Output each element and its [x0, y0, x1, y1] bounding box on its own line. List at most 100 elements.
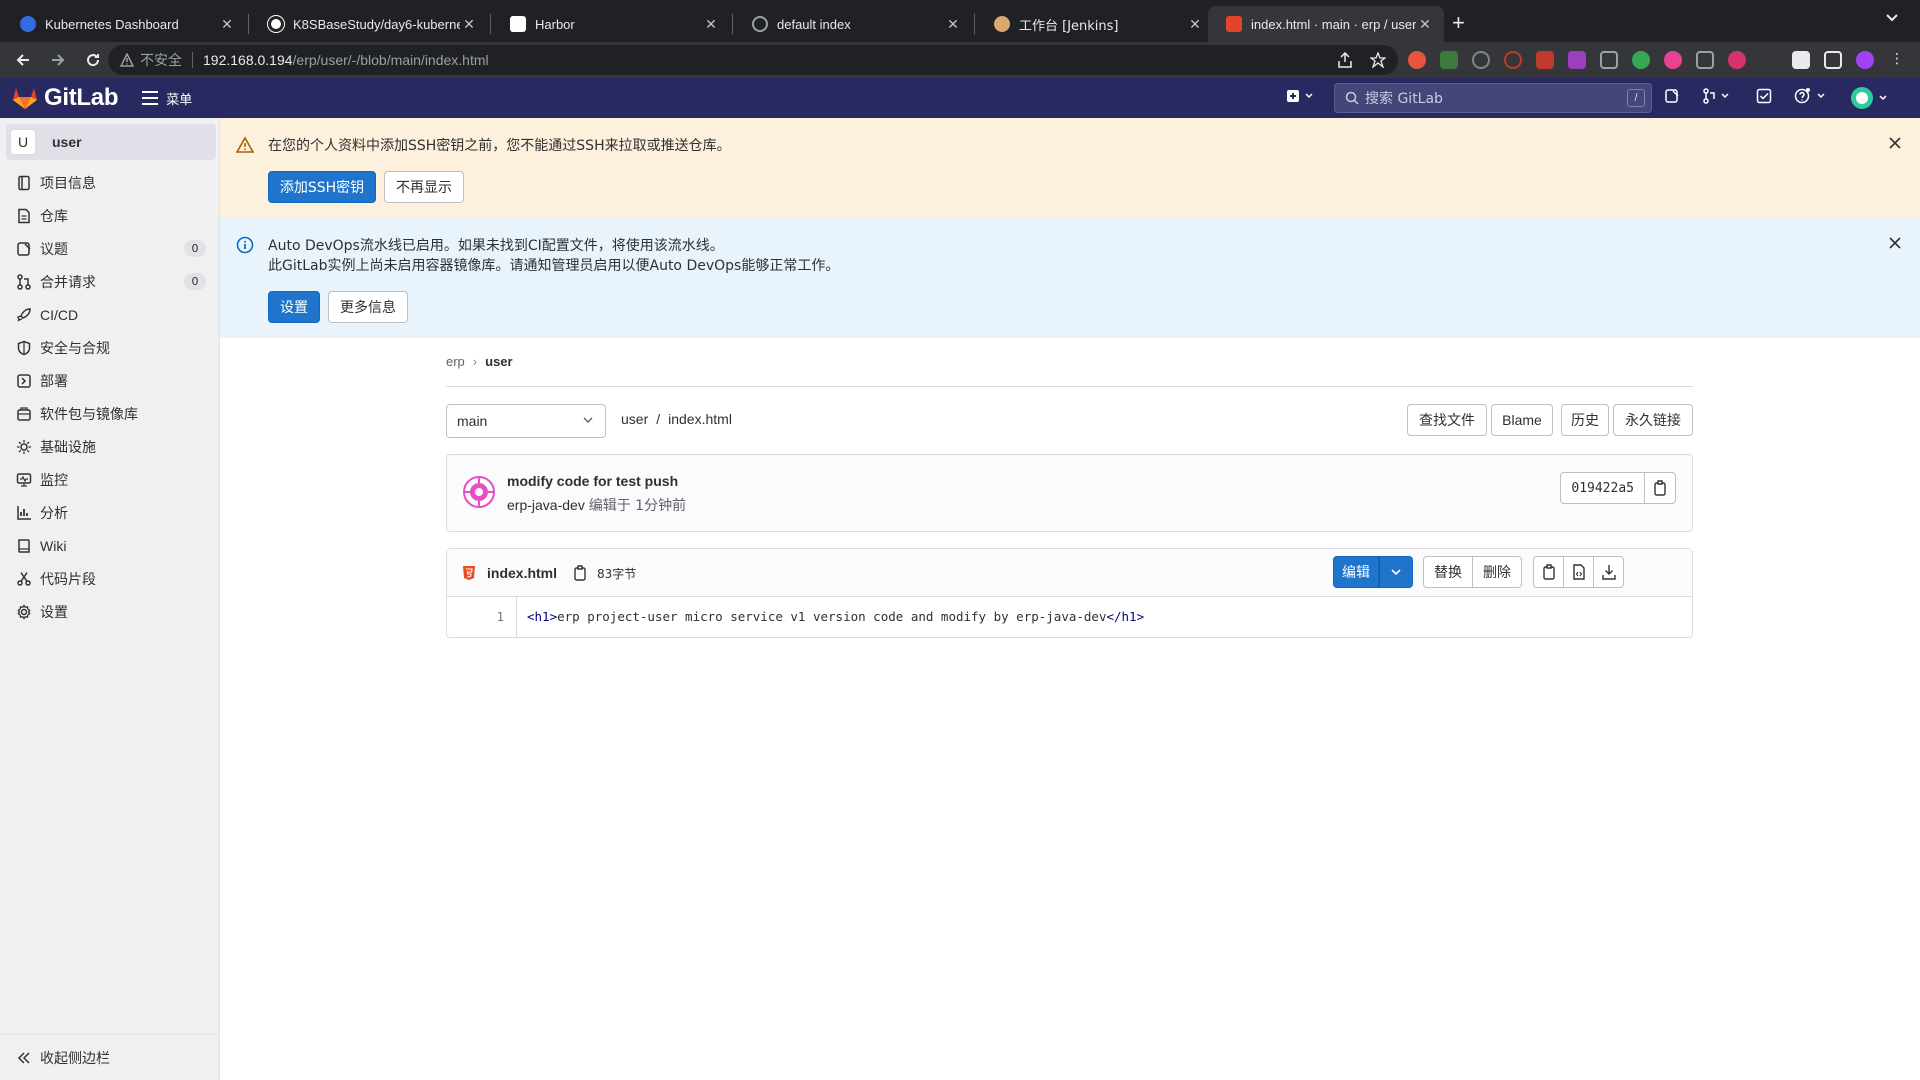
extension-icon[interactable] — [1664, 51, 1682, 69]
extension-icon[interactable] — [1536, 51, 1554, 69]
browser-tab[interactable]: default index ✕ — [734, 6, 972, 42]
url-bar[interactable]: 不安全 192.168.0.194/erp/user/-/blob/main/i… — [108, 45, 1398, 75]
open-raw-button[interactable] — [1563, 556, 1594, 588]
copy-contents-button[interactable] — [1533, 556, 1564, 588]
extension-icon[interactable] — [1408, 51, 1426, 69]
dont-show-again-button[interactable]: 不再显示 — [384, 171, 464, 203]
breadcrumb-link-erp[interactable]: erp — [446, 354, 465, 369]
search-input[interactable]: 搜索 GitLab / — [1334, 83, 1652, 113]
blame-button[interactable]: Blame — [1491, 404, 1553, 436]
close-icon[interactable] — [1888, 136, 1902, 150]
line-number[interactable]: 1 — [447, 597, 517, 637]
back-icon[interactable] — [11, 48, 35, 72]
sidebar-item-project-info[interactable]: 项目信息 — [0, 166, 220, 199]
chevron-down-icon[interactable] — [1886, 14, 1898, 22]
avatar[interactable] — [1856, 51, 1874, 69]
rocket-icon — [17, 307, 31, 321]
browser-tab[interactable]: Harbor ✕ — [492, 6, 730, 42]
edit-dropdown-button[interactable] — [1379, 556, 1413, 588]
puzzle-icon[interactable] — [1792, 51, 1810, 69]
extension-icon[interactable] — [1632, 51, 1650, 69]
history-button[interactable]: 历史 — [1561, 404, 1609, 436]
settings-button[interactable]: 设置 — [268, 291, 320, 323]
close-icon[interactable]: ✕ — [702, 16, 720, 33]
commit-author[interactable]: erp-java-dev — [507, 497, 585, 513]
extension-icon[interactable] — [1472, 51, 1490, 69]
branch-selector[interactable]: main — [446, 404, 606, 438]
new-tab-button[interactable]: + — [1452, 12, 1465, 34]
sidebar-item-infrastructure[interactable]: 基础设施 — [0, 430, 220, 463]
sidebar-item-merge-requests[interactable]: 合并请求 0 — [0, 265, 220, 298]
copy-icon[interactable] — [573, 565, 587, 581]
commit-title[interactable]: modify code for test push — [507, 473, 678, 489]
warning-icon[interactable] — [120, 53, 134, 67]
alert-line: 此GitLab实例上尚未启用容器镜像库。请通知管理员启用以便Auto DevOp… — [268, 258, 840, 274]
sidebar-item-snippets[interactable]: 代码片段 — [0, 562, 220, 595]
menu-button[interactable]: 菜单 — [142, 89, 192, 108]
extension-icon[interactable] — [1728, 51, 1746, 69]
browser-tab[interactable]: 工作台 [Jenkins] ✕ — [976, 6, 1214, 42]
user-avatar[interactable] — [1850, 86, 1890, 110]
sidebar-item-monitor[interactable]: 监控 — [0, 463, 220, 496]
sidebar-item-label: 基础设施 — [40, 439, 96, 456]
author-avatar[interactable] — [463, 476, 495, 508]
sidebar-item-cicd[interactable]: CI/CD — [0, 298, 220, 331]
close-icon[interactable] — [1888, 236, 1902, 250]
gitlab-logo[interactable]: GitLab — [12, 84, 119, 112]
tab-title: index.html · main · erp / user · — [1251, 16, 1416, 32]
code-tag-open: <h1> — [527, 609, 558, 624]
extension-icon[interactable] — [1696, 51, 1714, 69]
merge-request-icon[interactable] — [1702, 88, 1732, 104]
reload-icon[interactable] — [81, 48, 105, 72]
sidepanel-icon[interactable] — [1824, 51, 1842, 69]
more-icon[interactable]: ⋮ — [1890, 50, 1904, 68]
sidebar-item-analytics[interactable]: 分析 — [0, 496, 220, 529]
sidebar-item-repository[interactable]: 仓库 — [0, 199, 220, 232]
star-icon[interactable] — [1370, 52, 1386, 68]
browser-tab[interactable]: K8SBaseStudy/day6-kubernetes ✕ — [250, 6, 488, 42]
sidebar-item-issues[interactable]: 议题 0 — [0, 232, 220, 265]
close-icon[interactable]: ✕ — [944, 16, 962, 33]
forward-icon[interactable] — [46, 48, 70, 72]
todo-icon[interactable] — [1756, 88, 1772, 104]
code-tag-close: </h1> — [1106, 609, 1145, 624]
sidebar-item-packages[interactable]: 软件包与镜像库 — [0, 397, 220, 430]
warning-icon — [236, 136, 254, 154]
gitlab-logo-text: GitLab — [44, 84, 119, 111]
extension-icon[interactable] — [1568, 51, 1586, 69]
browser-tab-active[interactable]: index.html · main · erp / user · ✕ — [1208, 6, 1444, 42]
extension-icon[interactable] — [1600, 51, 1618, 69]
breadcrumb-current[interactable]: user — [485, 354, 512, 369]
more-info-button[interactable]: 更多信息 — [328, 291, 408, 323]
collapse-sidebar-button[interactable]: 收起侧边栏 — [0, 1034, 220, 1080]
issues-icon[interactable] — [1664, 88, 1680, 104]
commit-sha[interactable]: 019422a5 — [1561, 473, 1645, 503]
delete-button[interactable]: 删除 — [1472, 556, 1522, 588]
add-ssh-key-button[interactable]: 添加SSH密钥 — [268, 171, 376, 203]
close-icon[interactable]: ✕ — [1186, 16, 1204, 33]
download-button[interactable] — [1593, 556, 1624, 588]
browser-tab[interactable]: Kubernetes Dashboard ✕ — [2, 6, 246, 42]
sidebar-item-deployments[interactable]: 部署 — [0, 364, 220, 397]
extension-icon[interactable] — [1440, 51, 1458, 69]
create-new-icon[interactable] — [1286, 88, 1314, 104]
edit-button[interactable]: 编辑 — [1333, 556, 1379, 588]
replace-button[interactable]: 替换 — [1423, 556, 1473, 588]
share-icon[interactable] — [1338, 52, 1352, 68]
extension-icon[interactable] — [1504, 51, 1522, 69]
copy-icon[interactable] — [1645, 473, 1675, 503]
permalink-button[interactable]: 永久链接 — [1613, 404, 1693, 436]
close-icon[interactable]: ✕ — [218, 16, 236, 33]
autodevops-info-alert: Auto DevOps流水线已启用。如果未找到CI配置文件，将使用该流水线。 此… — [220, 218, 1920, 338]
help-icon[interactable] — [1794, 88, 1828, 104]
chevron-down-icon — [583, 417, 593, 423]
sidebar-item-settings[interactable]: 设置 — [0, 595, 220, 628]
path-root-link[interactable]: user — [621, 411, 648, 427]
find-file-button[interactable]: 查找文件 — [1407, 404, 1487, 436]
sidebar-item-wiki[interactable]: Wiki — [0, 529, 220, 562]
chevron-double-left-icon — [17, 1051, 30, 1064]
sidebar-item-security[interactable]: 安全与合规 — [0, 331, 220, 364]
sidebar-project-header[interactable]: U user — [6, 124, 216, 160]
close-icon[interactable]: ✕ — [1416, 16, 1434, 33]
close-icon[interactable]: ✕ — [460, 16, 478, 33]
